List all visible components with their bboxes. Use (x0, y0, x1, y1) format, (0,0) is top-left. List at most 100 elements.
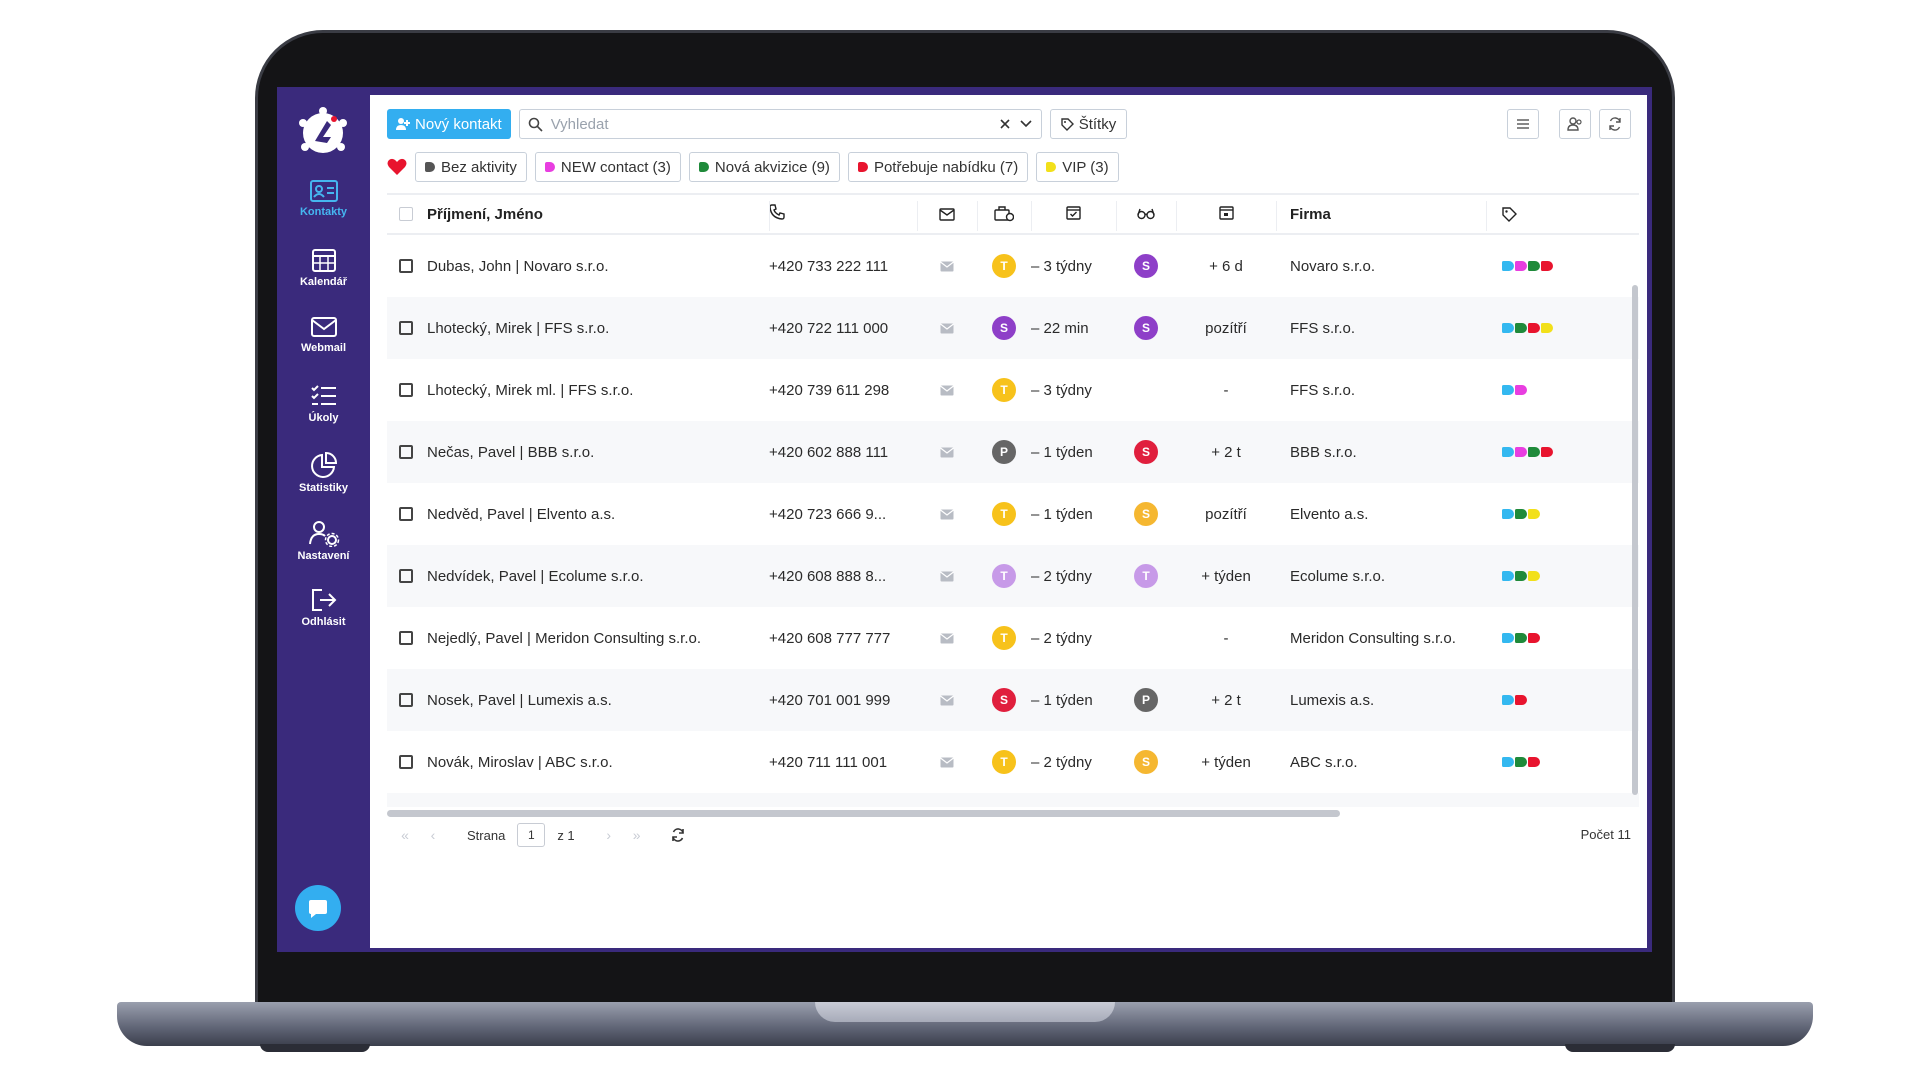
owner-avatar[interactable]: T (992, 378, 1016, 402)
header-firm[interactable]: Firma (1276, 206, 1486, 223)
sidebar-item-tasks[interactable]: Úkoly (277, 383, 370, 445)
search-input[interactable] (550, 115, 991, 133)
prev-page-icon[interactable]: ‹ (425, 827, 441, 843)
contact-name[interactable]: Lhotecký, Mirek ml. | FFS s.r.o. (427, 382, 769, 399)
sidebar-item-statistics[interactable]: Statistiky (277, 451, 370, 513)
mail-icon[interactable] (940, 757, 954, 768)
firm-name[interactable]: Ecolume s.r.o. (1276, 568, 1486, 585)
assignee-avatar[interactable]: S (1134, 316, 1158, 340)
table-row[interactable]: Lhotecký, Mirek ml. | FFS s.r.o. +420 739… (387, 359, 1639, 421)
table-row[interactable]: Nečas, Pavel | BBB s.r.o. +420 602 888 11… (387, 421, 1639, 483)
contact-name[interactable]: Nejedlý, Pavel | Meridon Consulting s.r.… (427, 630, 769, 647)
owner-avatar[interactable]: T (992, 502, 1016, 526)
table-row[interactable]: Novák, Miroslav | ABC s.r.o. +420 711 111… (387, 731, 1639, 793)
contact-phone[interactable]: +420 722 111 000 (769, 320, 917, 337)
contact-name[interactable]: Nedvídek, Pavel | Ecolume s.r.o. (427, 568, 769, 585)
assignee-avatar[interactable]: T (1134, 564, 1158, 588)
header-phone[interactable] (769, 204, 917, 224)
assignee-avatar[interactable]: S (1134, 750, 1158, 774)
header-last-activity[interactable] (1031, 205, 1116, 224)
filter-chip-no-activity[interactable]: Bez aktivity (415, 152, 527, 182)
owner-avatar[interactable]: S (992, 316, 1016, 340)
contact-phone[interactable]: +420 733 222 111 (769, 258, 917, 275)
clear-icon[interactable] (999, 118, 1011, 130)
table-row[interactable]: Lhotecký, Mirek | FFS s.r.o. +420 722 111… (387, 297, 1639, 359)
row-checkbox[interactable] (399, 631, 413, 645)
assignee-avatar[interactable]: S (1134, 502, 1158, 526)
page-input[interactable]: 1 (517, 823, 546, 847)
contact-phone[interactable]: +420 608 888 8... (769, 568, 917, 585)
table-row[interactable]: Nedvěd, Pavel | Elvento a.s. +420 723 666… (387, 483, 1639, 545)
chevron-down-icon[interactable] (1019, 119, 1033, 129)
row-checkbox[interactable] (399, 259, 413, 273)
row-checkbox[interactable] (399, 693, 413, 707)
contact-phone[interactable]: +420 608 777 777 (769, 630, 917, 647)
firm-name[interactable]: FFS s.r.o. (1276, 382, 1486, 399)
contact-phone[interactable]: +420 739 611 298 (769, 382, 917, 399)
sidebar-item-webmail[interactable]: Webmail (277, 315, 370, 377)
header-assignee[interactable] (1116, 208, 1176, 220)
sidebar-item-settings[interactable]: Nastavení (277, 519, 370, 581)
firm-name[interactable]: Lumexis a.s. (1276, 692, 1486, 709)
contact-phone[interactable]: +420 723 666 9... (769, 506, 917, 523)
owner-avatar[interactable]: T (992, 750, 1016, 774)
contact-name[interactable]: Dubas, John | Novaro s.r.o. (427, 258, 769, 275)
contact-name[interactable]: Lhotecký, Mirek | FFS s.r.o. (427, 320, 769, 337)
filter-chip-new-acquisition[interactable]: Nová akvizice (9) (688, 152, 840, 182)
owner-avatar[interactable]: T (992, 564, 1016, 588)
contact-phone[interactable]: +420 701 001 999 (769, 692, 917, 709)
next-page-icon[interactable]: › (601, 827, 617, 843)
sidebar-item-logout[interactable]: Odhlásit (277, 587, 370, 649)
owner-avatar[interactable]: T (992, 254, 1016, 278)
contact-name[interactable]: Nedvěd, Pavel | Elvento a.s. (427, 506, 769, 523)
table-row[interactable]: Nosek, Pavel | Lumexis a.s. +420 701 001 … (387, 669, 1639, 731)
table-row[interactable]: Novák, Pavel | FFS s.r.o.+420 777 111 00… (387, 793, 1639, 807)
header-name[interactable]: Příjmení, Jméno (427, 206, 769, 223)
firm-name[interactable]: ABC s.r.o. (1276, 754, 1486, 771)
contact-name[interactable]: Nosek, Pavel | Lumexis a.s. (427, 692, 769, 709)
assignee-avatar[interactable]: S (1134, 254, 1158, 278)
contact-name[interactable]: Novák, Miroslav | ABC s.r.o. (427, 754, 769, 771)
reload-icon[interactable] (671, 828, 685, 842)
firm-name[interactable]: BBB s.r.o. (1276, 444, 1486, 461)
sidebar-item-contacts[interactable]: Kontakty (277, 179, 370, 241)
mail-icon[interactable] (940, 323, 954, 334)
tags-button[interactable]: Štítky (1049, 109, 1128, 139)
mail-icon[interactable] (940, 695, 954, 706)
contact-name[interactable]: Nečas, Pavel | BBB s.r.o. (427, 444, 769, 461)
horizontal-scrollbar[interactable] (387, 810, 1340, 817)
row-checkbox[interactable] (399, 445, 413, 459)
refresh-button[interactable] (1599, 109, 1631, 139)
firm-name[interactable]: Novaro s.r.o. (1276, 258, 1486, 275)
filter-chip-vip[interactable]: VIP (3) (1036, 152, 1119, 182)
filter-chip-needs-offer[interactable]: Potřebuje nabídku (7) (847, 152, 1029, 182)
firm-name[interactable]: FFS s.r.o. (1276, 320, 1486, 337)
row-checkbox[interactable] (399, 755, 413, 769)
header-next-activity[interactable] (1176, 205, 1276, 224)
table-row[interactable]: Nejedlý, Pavel | Meridon Consulting s.r.… (387, 607, 1639, 669)
new-contact-button[interactable]: Nový kontakt (387, 109, 511, 139)
owner-avatar[interactable]: T (992, 626, 1016, 650)
mail-icon[interactable] (940, 509, 954, 520)
owner-avatar[interactable]: P (992, 440, 1016, 464)
contact-phone[interactable]: +420 711 111 001 (769, 754, 917, 771)
last-page-icon[interactable]: » (629, 827, 645, 843)
assignee-avatar[interactable]: P (1134, 688, 1158, 712)
mail-icon[interactable] (940, 447, 954, 458)
header-tags[interactable] (1486, 206, 1636, 222)
owner-avatar[interactable]: S (992, 688, 1016, 712)
user-filter-button[interactable] (1559, 109, 1591, 139)
mail-icon[interactable] (940, 261, 954, 272)
mail-icon[interactable] (940, 385, 954, 396)
row-checkbox[interactable] (399, 321, 413, 335)
contact-phone[interactable]: +420 602 888 111 (769, 444, 917, 461)
app-logo-icon[interactable] (297, 107, 349, 159)
sidebar-item-calendar[interactable]: Kalendář (277, 247, 370, 309)
header-email[interactable] (917, 207, 977, 221)
table-row[interactable]: Dubas, John | Novaro s.r.o. +420 733 222 … (387, 235, 1639, 297)
first-page-icon[interactable]: « (397, 827, 413, 843)
firm-name[interactable]: Elvento a.s. (1276, 506, 1486, 523)
mail-icon[interactable] (940, 571, 954, 582)
select-all-checkbox[interactable] (399, 207, 413, 221)
row-checkbox[interactable] (399, 569, 413, 583)
